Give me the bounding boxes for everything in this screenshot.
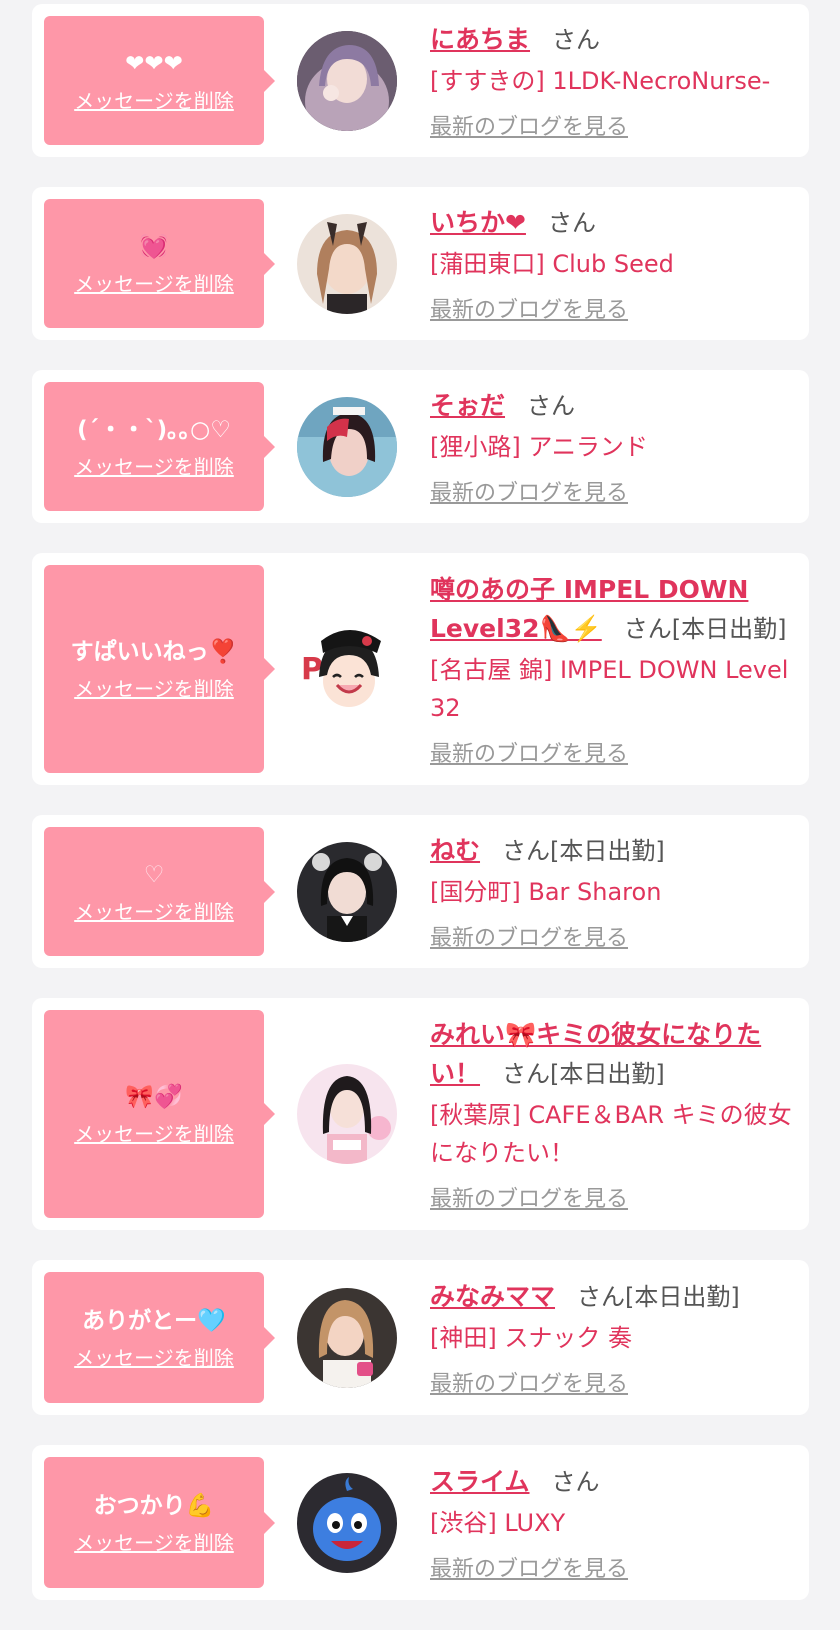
message-card: (´・・`)｡｡○♡ メッセージを削除 そぉだ さん [狸小路] アニランド 最新… <box>32 370 809 523</box>
cast-info: 噂のあの子 IMPEL DOWN Level32👠⚡️ さん[本日出勤] [名古屋… <box>430 570 797 769</box>
message-bubble: ありがとー🩵 メッセージを削除 <box>44 1272 275 1403</box>
message-text: 🎀💞 <box>125 1084 183 1110</box>
message-card: 💓 メッセージを削除 いちか❤ さん [蒲田東口] Club Seed 最新のブロ… <box>32 187 809 340</box>
cast-name-link[interactable]: いちか❤ <box>430 208 526 237</box>
latest-blog-link[interactable]: 最新のブログを見る <box>430 1186 797 1214</box>
cast-info: にあちま さん [すすきの] 1LDK-NecroNurse- 最新のブログを見る <box>430 20 797 142</box>
honorific: さん <box>547 208 596 237</box>
latest-blog-link[interactable]: 最新のブログを見る <box>430 297 797 325</box>
cast-name-link[interactable]: そぉだ <box>430 391 505 420</box>
store-name: [秋葉原] CAFE＆BAR キミの彼女になりたい！ <box>430 1100 792 1167</box>
delete-message-link[interactable]: メッセージを削除 <box>74 1531 234 1555</box>
cast-name-link[interactable]: みなみママ <box>430 1282 555 1311</box>
cast-info: みなみママ さん[本日出勤] [神田] スナック 奏 最新のブログを見る <box>430 1277 797 1399</box>
cast-info: みれい🎀キミの彼女になりたい！ さん[本日出勤] [秋葉原] CAFE＆BAR キ… <box>430 1015 797 1214</box>
message-bubble: ♡ メッセージを削除 <box>44 827 275 956</box>
avatar[interactable]: P <box>297 619 397 719</box>
message-text: 💓 <box>139 233 169 260</box>
store-name: [狸小路] アニランド <box>430 432 648 461</box>
avatar[interactable] <box>297 841 397 942</box>
latest-blog-link[interactable]: 最新のブログを見る <box>430 1371 797 1399</box>
cast-info: そぉだ さん [狸小路] アニランド 最新のブログを見る <box>430 386 797 508</box>
message-bubble: (´・・`)｡｡○♡ メッセージを削除 <box>44 382 275 511</box>
delete-message-link[interactable]: メッセージを削除 <box>74 455 234 479</box>
honorific: さん <box>527 391 576 420</box>
honorific: さん <box>502 1059 551 1088</box>
latest-blog-link[interactable]: 最新のブログを見る <box>430 741 797 769</box>
store-name: [名古屋 錦] IMPEL DOWN Level32 <box>430 655 789 722</box>
message-text: ♡ <box>143 861 165 888</box>
delete-message-link[interactable]: メッセージを削除 <box>74 900 234 924</box>
latest-blog-link[interactable]: 最新のブログを見る <box>430 114 797 142</box>
honorific: さん <box>577 1282 626 1311</box>
message-bubble: おつかり💪 メッセージを削除 <box>44 1457 275 1588</box>
honorific: さん <box>502 836 551 865</box>
message-card: ありがとー🩵 メッセージを削除 みなみママ さん[本日出勤] [神田] スナック … <box>32 1260 809 1415</box>
delete-message-link[interactable]: メッセージを削除 <box>74 1346 234 1370</box>
message-text: ありがとー🩵 <box>82 1307 226 1334</box>
store-name: [すすきの] 1LDK-NecroNurse- <box>430 66 771 95</box>
delete-message-link[interactable]: メッセージを削除 <box>74 89 234 113</box>
cast-name-link[interactable]: にあちま <box>430 25 530 54</box>
cast-info: ねむ さん[本日出勤] [国分町] Bar Sharon 最新のブログを見る <box>430 831 797 953</box>
avatar[interactable] <box>297 30 397 131</box>
today-badge: [本日出勤] <box>550 836 665 865</box>
avatar[interactable] <box>297 396 397 497</box>
cast-name-link[interactable]: スライム <box>430 1467 530 1496</box>
store-name: [蒲田東口] Club Seed <box>430 249 674 278</box>
honorific: さん <box>552 25 601 54</box>
avatar[interactable] <box>297 213 397 314</box>
message-card: 🎀💞 メッセージを削除 みれい🎀キミの彼女になりたい！ さん[本日出勤] [秋葉原… <box>32 998 809 1230</box>
delete-message-link[interactable]: メッセージを削除 <box>74 1122 234 1146</box>
store-name: [神田] スナック 奏 <box>430 1323 632 1352</box>
message-text: おつかり💪 <box>93 1492 215 1519</box>
message-bubble: 💓 メッセージを削除 <box>44 199 275 328</box>
message-text: ❤❤❤ <box>125 50 183 77</box>
message-bubble: ❤❤❤ メッセージを削除 <box>44 16 275 145</box>
latest-blog-link[interactable]: 最新のブログを見る <box>430 925 797 953</box>
today-badge: [本日出勤] <box>550 1059 665 1088</box>
latest-blog-link[interactable]: 最新のブログを見る <box>430 1556 797 1584</box>
message-bubble: 🎀💞 メッセージを削除 <box>44 1010 275 1218</box>
honorific: さん <box>623 614 672 643</box>
message-list: ❤❤❤ メッセージを削除 にあちま さん [すすきの] 1LDK-NecroNur… <box>0 4 840 1630</box>
today-badge: [本日出勤] <box>671 614 787 643</box>
latest-blog-link[interactable]: 最新のブログを見る <box>430 480 797 508</box>
cast-info: スライム さん [渋谷] LUXY 最新のブログを見る <box>430 1462 797 1584</box>
delete-message-link[interactable]: メッセージを削除 <box>74 272 234 296</box>
store-name: [渋谷] LUXY <box>430 1508 566 1537</box>
avatar[interactable] <box>297 1287 397 1388</box>
store-name: [国分町] Bar Sharon <box>430 877 662 906</box>
cast-info: いちか❤ さん [蒲田東口] Club Seed 最新のブログを見る <box>430 203 797 325</box>
cast-name-link[interactable]: ねむ <box>430 836 480 865</box>
honorific: さん <box>551 1467 600 1496</box>
message-card: おつかり💪 メッセージを削除 スライム さん [渋谷] LUXY 最新のブログを見… <box>32 1445 809 1600</box>
message-text: (´・・`)｡｡○♡ <box>77 416 231 443</box>
avatar[interactable] <box>297 1472 397 1573</box>
message-card: すぱいいねっ❣️ メッセージを削除 P 噂のあの子 IMPEL DOWN Lev… <box>32 553 809 785</box>
message-bubble: すぱいいねっ❣️ メッセージを削除 <box>44 565 275 773</box>
message-card: ♡ メッセージを削除 ねむ さん[本日出勤] [国分町] Bar Sharon 最… <box>32 815 809 968</box>
message-card: ❤❤❤ メッセージを削除 にあちま さん [すすきの] 1LDK-NecroNur… <box>32 4 809 157</box>
avatar[interactable] <box>297 1064 397 1164</box>
today-badge: [本日出勤] <box>625 1282 740 1311</box>
delete-message-link[interactable]: メッセージを削除 <box>74 677 234 701</box>
message-text: すぱいいねっ❣️ <box>70 639 238 665</box>
